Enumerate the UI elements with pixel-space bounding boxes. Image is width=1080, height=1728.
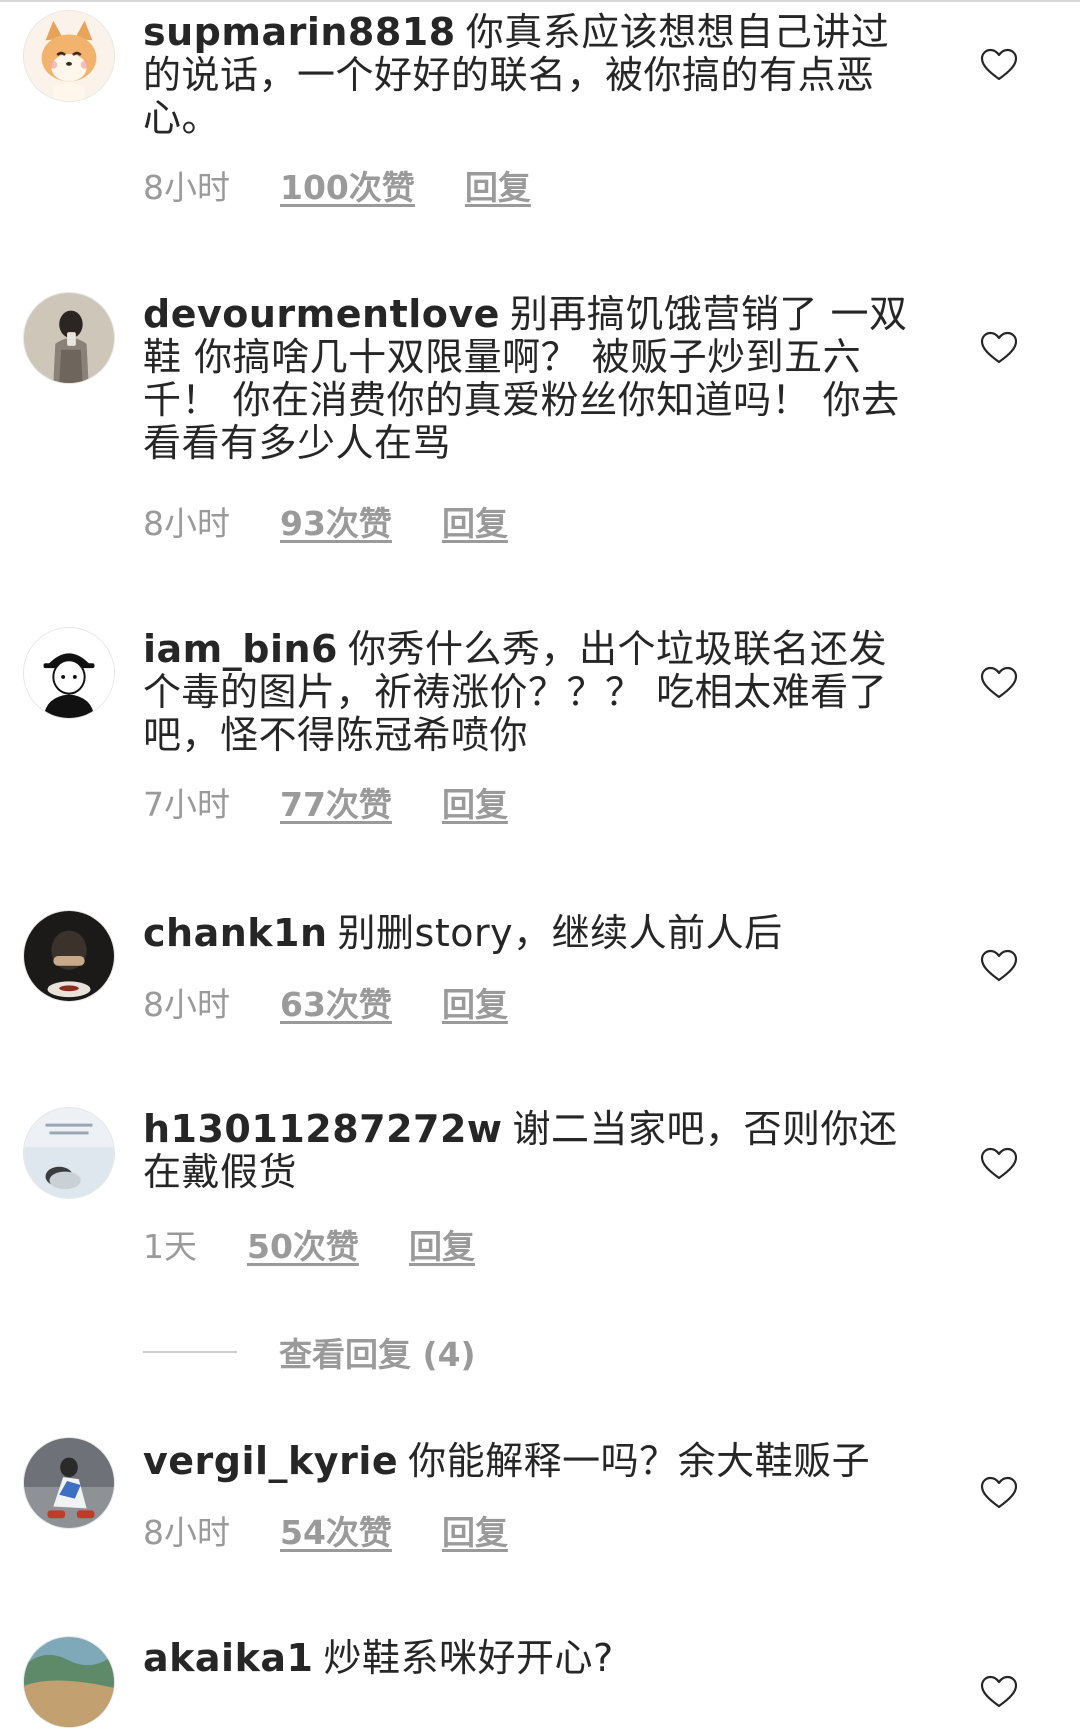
comment-text: 你能解释一吗？余大鞋贩子	[408, 1439, 871, 1483]
avatar[interactable]	[23, 292, 115, 384]
comment-body: devourmentlove 别再搞饥饿营销了 一双鞋 你搞啥几十双限量啊？ 被贩…	[143, 293, 923, 465]
view-replies-label: 查看回复 (4)	[279, 1335, 476, 1374]
avatar[interactable]	[23, 1437, 115, 1529]
comment-meta: 8小时 54次赞 回复	[143, 1513, 508, 1553]
comment-text: 炒鞋系咪好开心?	[323, 1636, 614, 1680]
comment-time: 8小时	[143, 1513, 230, 1552]
avatar[interactable]	[23, 910, 115, 1002]
comment-body: chank1n 别删story，继续人前人后	[143, 912, 923, 955]
likes-count-link[interactable]: 50次赞	[247, 1227, 359, 1267]
reply-button[interactable]: 回复	[442, 1513, 508, 1553]
view-replies-divider	[143, 1351, 237, 1353]
comment-time: 8小时	[143, 985, 230, 1024]
top-divider	[0, 0, 1080, 2]
likes-count-link[interactable]: 63次赞	[280, 985, 392, 1025]
avatar[interactable]	[23, 1107, 115, 1199]
comment-username[interactable]: supmarin8818	[143, 10, 456, 54]
comment-username[interactable]: vergil_kyrie	[143, 1439, 398, 1483]
comment-time: 1天	[143, 1227, 197, 1266]
avatar[interactable]	[23, 1636, 115, 1728]
comment-meta: 8小时 63次赞 回复	[143, 985, 508, 1025]
comment-time: 8小时	[143, 504, 230, 543]
comment-username[interactable]: devourmentlove	[143, 292, 500, 336]
reply-button[interactable]: 回复	[442, 504, 508, 544]
comment-username[interactable]: h13011287272w	[143, 1107, 503, 1151]
reply-button[interactable]: 回复	[442, 785, 508, 825]
comment-username[interactable]: iam_bin6	[143, 627, 338, 671]
comment-username[interactable]: chank1n	[143, 911, 328, 955]
reply-button[interactable]: 回复	[442, 985, 508, 1025]
comment-text: 别删story，继续人前人后	[337, 911, 783, 955]
reply-button[interactable]: 回复	[409, 1227, 475, 1267]
avatar[interactable]	[23, 627, 115, 719]
comment-body: akaika1 炒鞋系咪好开心?	[143, 1637, 923, 1680]
heart-outline-icon[interactable]	[980, 1476, 1018, 1510]
comment-username[interactable]: akaika1	[143, 1636, 313, 1680]
comment-body: vergil_kyrie 你能解释一吗？余大鞋贩子	[143, 1440, 923, 1483]
reply-button[interactable]: 回复	[465, 168, 531, 208]
comment-meta: 8小时 93次赞 回复	[143, 504, 508, 544]
comment-body: iam_bin6 你秀什么秀，出个垃圾联名还发个毒的图片，祈祷涨价？？？ 吃相太难…	[143, 628, 923, 757]
comment-meta: 8小时 100次赞 回复	[143, 168, 531, 208]
comment-meta: 7小时 77次赞 回复	[143, 785, 508, 825]
heart-outline-icon[interactable]	[980, 666, 1018, 700]
comment-time: 7小时	[143, 785, 230, 824]
heart-outline-icon[interactable]	[980, 48, 1018, 82]
heart-outline-icon[interactable]	[980, 1675, 1018, 1709]
comment-time: 8小时	[143, 168, 230, 207]
likes-count-link[interactable]: 93次赞	[280, 504, 392, 544]
likes-count-link[interactable]: 77次赞	[280, 785, 392, 825]
heart-outline-icon[interactable]	[980, 949, 1018, 983]
comment-meta: 1天 50次赞 回复	[143, 1227, 475, 1267]
comment-body: supmarin8818 你真系应该想想自己讲过的说话，一个好好的联名，被你搞的有…	[143, 11, 923, 140]
comment-body: h13011287272w 谢二当家吧，否则你还在戴假货	[143, 1108, 923, 1194]
view-replies-button[interactable]: 查看回复 (4)	[143, 1331, 476, 1374]
likes-count-link[interactable]: 54次赞	[280, 1513, 392, 1553]
avatar[interactable]	[23, 10, 115, 102]
likes-count-link[interactable]: 100次赞	[280, 168, 415, 208]
heart-outline-icon[interactable]	[980, 1147, 1018, 1181]
heart-outline-icon[interactable]	[980, 331, 1018, 365]
